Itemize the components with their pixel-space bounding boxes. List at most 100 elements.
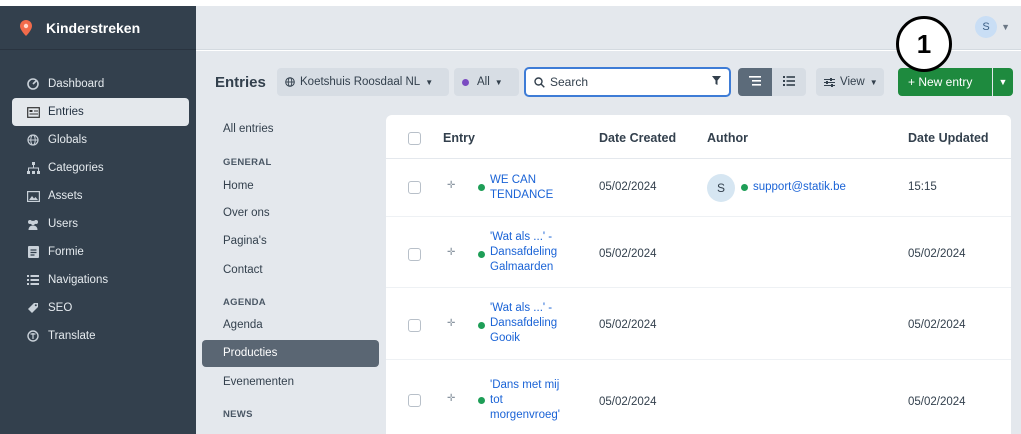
brand[interactable]: Kinderstreken [0, 6, 196, 50]
user-menu[interactable]: S ▼ [975, 16, 1010, 38]
sources-sidebar: All entries GENERAL Home Over ons Pagina… [196, 111, 386, 434]
status-filter-label: All [477, 76, 490, 88]
sidebar-item-globals[interactable]: Globals [12, 126, 189, 154]
sidebar-item-formie[interactable]: Formie [12, 238, 189, 266]
sliders-icon [824, 77, 835, 87]
author-avatar: S [707, 174, 735, 202]
search-input[interactable]: Search [524, 67, 731, 97]
sidebar-item-label: Entries [48, 106, 84, 118]
source-item-producties[interactable]: Producties [223, 347, 277, 359]
source-item-evenementen[interactable]: Evenementen [223, 376, 294, 388]
date-updated: 15:15 [908, 181, 937, 193]
entry-title-link[interactable]: 'Dans met mij tot morgenvroeg' [490, 378, 560, 423]
move-handle-icon[interactable]: ✛ [447, 180, 455, 191]
sidebar-item-users[interactable]: Users [12, 210, 189, 238]
view-options-label: View [840, 76, 865, 88]
row-checkbox[interactable] [408, 319, 421, 332]
sidebar: Kinderstreken Dashboard Entries Globals … [0, 6, 196, 434]
new-entry-menu-button[interactable]: ▼ [993, 68, 1013, 96]
select-all-checkbox[interactable] [408, 132, 421, 145]
source-item-home[interactable]: Home [223, 180, 254, 192]
entry-title-line: 'Wat als ...' - [490, 231, 553, 243]
sidebar-item-label: Dashboard [48, 78, 105, 90]
filter-icon[interactable] [712, 76, 721, 88]
sitemap-icon [26, 161, 40, 175]
entries-icon [26, 105, 40, 119]
page-title: Entries [215, 74, 266, 91]
view-options-button[interactable]: View ▼ [816, 68, 884, 96]
entry-title-line: tot [490, 394, 503, 406]
entry-title-line: Gooik [490, 332, 521, 344]
move-handle-icon[interactable]: ✛ [447, 247, 455, 258]
move-handle-icon[interactable]: ✛ [447, 393, 455, 404]
status-filter-button[interactable]: All ▼ [454, 68, 519, 96]
globe-icon [26, 133, 40, 147]
row-checkbox[interactable] [408, 248, 421, 261]
entry-title-line: Dansafdeling [490, 317, 558, 329]
date-created: 05/02/2024 [599, 248, 657, 260]
entry-title-link[interactable]: 'Wat als ...' - Dansafdeling Galmaarden [490, 230, 557, 275]
table-row[interactable]: ✛ 'Wat als ...' - Dansafdeling Galmaarde… [386, 217, 1011, 288]
annotation-marker: 1 [896, 16, 952, 72]
entry-title-line: morgenvroeg' [490, 409, 560, 421]
avatar: S [975, 16, 998, 38]
entry-title-line: 'Wat als ...' - [490, 302, 553, 314]
column-header-entry[interactable]: Entry [443, 131, 475, 145]
sidebar-item-dashboard[interactable]: Dashboard [12, 70, 189, 98]
source-heading-agenda: AGENDA [223, 297, 266, 308]
sidebar-item-label: Categories [48, 162, 104, 174]
chevron-down-icon: ▼ [998, 77, 1008, 87]
column-header-author[interactable]: Author [707, 131, 748, 145]
search-icon [534, 76, 545, 88]
entry-title-line: WE CAN [490, 174, 536, 186]
source-all-entries[interactable]: All entries [223, 123, 274, 135]
sidebar-item-entries[interactable]: Entries [12, 98, 189, 126]
sidebar-item-label: Globals [48, 134, 87, 146]
author-link[interactable]: support@statik.be [753, 180, 846, 195]
date-created: 05/02/2024 [599, 319, 657, 331]
table-row[interactable]: ✛ 'Dans met mij tot morgenvroeg' 05/02/2… [386, 360, 1011, 434]
entries-table: Entry Date Created Author Date Updated ✛… [386, 115, 1011, 434]
entry-title-line: 'Dans met mij [490, 379, 560, 391]
structure-view-toggle[interactable] [738, 68, 772, 96]
site-selector-label: Koetshuis Roosdaal NL [300, 76, 421, 88]
chevron-down-icon: ▼ [1001, 22, 1010, 32]
site-selector-button[interactable]: Koetshuis Roosdaal NL ▼ [277, 68, 449, 96]
date-updated: 05/02/2024 [908, 396, 966, 408]
entry-title-link[interactable]: 'Wat als ...' - Dansafdeling Gooik [490, 301, 557, 346]
entry-title-link[interactable]: WE CAN TENDANCE [490, 173, 553, 203]
chevron-down-icon: ▼ [425, 77, 434, 87]
row-checkbox[interactable] [408, 181, 421, 194]
translate-icon [26, 329, 40, 343]
author-status-icon [741, 184, 748, 191]
source-item-contact[interactable]: Contact [223, 264, 263, 276]
entry-title-line: TENDANCE [490, 189, 554, 201]
sidebar-item-translate[interactable]: Translate [12, 322, 189, 350]
source-item-over-ons[interactable]: Over ons [223, 207, 270, 219]
new-entry-button[interactable]: + New entry [898, 68, 992, 96]
move-handle-icon[interactable]: ✛ [447, 318, 455, 329]
table-view-toggle[interactable] [772, 68, 806, 96]
table-row[interactable]: ✛ WE CAN TENDANCE 05/02/2024 S support@s… [386, 159, 1011, 217]
image-icon [26, 189, 40, 203]
sidebar-nav: Dashboard Entries Globals Categories Ass… [0, 50, 196, 350]
source-item-agenda[interactable]: Agenda [223, 319, 263, 331]
sidebar-item-label: Translate [48, 330, 96, 342]
sidebar-item-categories[interactable]: Categories [12, 154, 189, 182]
column-header-date-created[interactable]: Date Created [599, 131, 676, 145]
date-updated: 05/02/2024 [908, 248, 966, 260]
seo-icon [26, 301, 40, 315]
sidebar-item-navigations[interactable]: Navigations [12, 266, 189, 294]
sidebar-item-seo[interactable]: SEO [12, 294, 189, 322]
status-enabled-icon [478, 397, 485, 404]
chevron-down-icon: ▼ [869, 77, 878, 87]
list-icon [783, 75, 795, 89]
source-heading-news: NEWS [223, 409, 253, 420]
column-header-date-updated[interactable]: Date Updated [908, 131, 989, 145]
source-item-paginas[interactable]: Pagina's [223, 235, 267, 247]
row-checkbox[interactable] [408, 394, 421, 407]
table-row[interactable]: ✛ 'Wat als ...' - Dansafdeling Gooik 05/… [386, 288, 1011, 360]
sidebar-item-label: Navigations [48, 274, 109, 286]
globe-icon [285, 77, 295, 87]
sidebar-item-assets[interactable]: Assets [12, 182, 189, 210]
